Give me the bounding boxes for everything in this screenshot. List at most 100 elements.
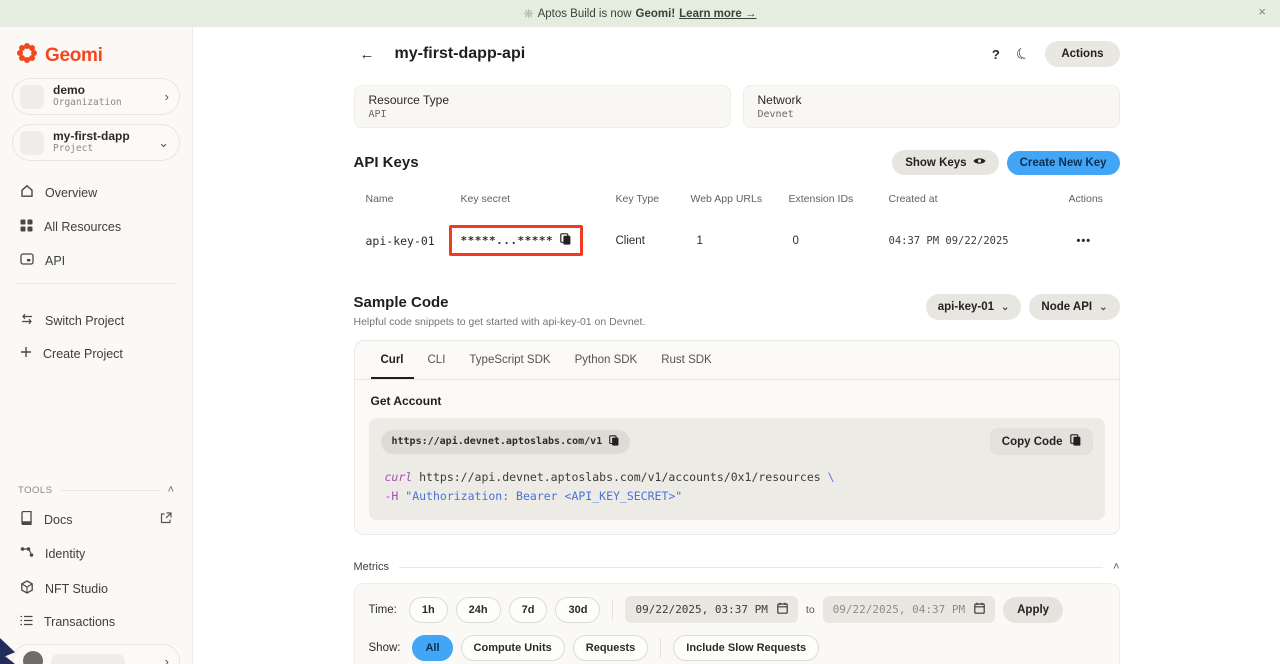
sidebar-item-identity[interactable]: Identity [12,537,180,571]
chevron-up-icon[interactable]: ˄ [1113,561,1119,573]
tab-cli[interactable]: CLI [418,341,456,379]
chevron-down-icon: ⌄ [158,135,169,151]
main-panel: ← my-first-dapp-api ? ☾ Actions Resource… [193,27,1280,664]
tab-rust-sdk[interactable]: Rust SDK [651,341,722,379]
org-avatar [20,85,44,109]
range-30d-button[interactable]: 30d [555,597,600,623]
range-1h-button[interactable]: 1h [409,597,448,623]
sidebar-item-label: Switch Project [45,314,124,328]
sidebar-item-nft-studio[interactable]: NFT Studio [12,571,180,606]
sidebar-item-docs[interactable]: Docs [12,502,180,537]
network-label: Network [758,93,1105,107]
sidebar-item-overview[interactable]: Overview [12,175,180,210]
calendar-icon [974,602,985,617]
chevron-up-icon[interactable]: ˄ [168,484,174,496]
range-24h-button[interactable]: 24h [456,597,501,623]
sidebar-item-label: Create Project [43,347,123,361]
book-icon [20,511,33,528]
sidebar-item-label: NFT Studio [45,582,108,596]
show-all-button[interactable]: All [412,635,452,661]
show-compute-units-button[interactable]: Compute Units [461,635,565,661]
cube-icon [20,580,34,597]
eye-icon [973,156,986,169]
actions-button[interactable]: Actions [1045,41,1119,67]
metrics-filters-card: Time: 1h 24h 7d 30d 09/22/2025, 03:37 PM… [354,583,1120,664]
create-new-key-button[interactable]: Create New Key [1007,151,1120,175]
endpoint-pill[interactable]: https://api.devnet.aptoslabs.com/v1 [381,430,631,454]
code-panel: https://api.devnet.aptoslabs.com/v1 Copy… [369,418,1105,520]
sidebar: Geomi demo Organization › my-first-dapp … [0,27,193,664]
help-icon[interactable]: ? [992,47,1000,62]
announcement-banner: ❋ Aptos Build is now Geomi! Learn more →… [0,0,1280,27]
project-switcher[interactable]: my-first-dapp Project ⌄ [12,124,180,161]
to-datetime-value: 09/22/2025, 04:37 PM [833,603,965,616]
sidebar-item-api[interactable]: API [12,244,180,277]
sidebar-item-label: All Resources [44,220,121,234]
code-url: https://api.devnet.aptoslabs.com/v1/acco… [412,470,827,484]
chevron-down-icon: ⌄ [1099,302,1107,313]
project-avatar [20,131,44,155]
switch-project-button[interactable]: Switch Project [12,304,180,337]
metrics-title: Metrics [354,561,389,573]
tab-python-sdk[interactable]: Python SDK [565,341,648,379]
copy-code-label: Copy Code [1002,436,1063,448]
include-slow-requests-button[interactable]: Include Slow Requests [673,635,819,661]
from-datetime-value: 09/22/2025, 03:37 PM [635,603,767,616]
chevron-right-icon: › [165,89,169,104]
key-name-cell: api-key-01 [366,234,461,248]
tab-typescript-sdk[interactable]: TypeScript SDK [459,341,560,379]
code-snippet: curl https://api.devnet.aptoslabs.com/v1… [381,468,1093,506]
divider [612,600,613,620]
api-select-dropdown[interactable]: Node API ⌄ [1029,294,1119,320]
sidebar-item-transactions[interactable]: Transactions [12,606,180,638]
code-string: "Authorization: Bearer <API_KEY_SECRET>" [398,489,682,503]
account-menu[interactable]: › [12,644,180,664]
sample-code-title: Sample Code [354,294,646,311]
copy-code-button[interactable]: Copy Code [990,428,1093,455]
grid-icon [20,219,33,235]
back-button[interactable]: ← [354,44,381,65]
divider [61,490,160,491]
banner-brand: Geomi! [636,8,676,20]
col-name: Name [366,193,461,205]
col-web-app-urls: Web App URLs [691,193,789,205]
range-7d-button[interactable]: 7d [509,597,548,623]
sidebar-item-label: Docs [44,513,72,527]
copy-icon[interactable] [609,435,619,449]
org-name: demo [53,84,122,97]
divider [399,567,1103,568]
close-icon[interactable]: × [1258,4,1266,19]
web-app-urls-cell: 1 [691,235,789,247]
create-project-button[interactable]: Create Project [12,337,180,370]
resource-type-label: Resource Type [369,93,716,107]
org-switcher[interactable]: demo Organization › [12,78,180,115]
geomi-logo[interactable]: Geomi [12,40,180,69]
to-datetime-input[interactable]: 09/22/2025, 04:37 PM [823,596,995,623]
key-select-dropdown[interactable]: api-key-01 ⌄ [926,294,1022,320]
divider [660,638,661,658]
external-link-icon [160,512,172,527]
chevron-down-icon: ⌄ [1001,302,1009,313]
show-requests-button[interactable]: Requests [573,635,649,661]
key-secret-value: *****...***** [461,234,554,247]
logo-text: Geomi [45,45,103,67]
banner-text: Aptos Build is now [538,8,632,20]
col-actions: Actions [1069,193,1120,205]
calendar-icon [777,602,788,617]
api-select-value: Node API [1041,301,1092,313]
show-keys-label: Show Keys [905,157,966,169]
tab-curl[interactable]: Curl [371,341,414,379]
key-secret-highlighted[interactable]: *****...***** [449,225,584,256]
flower-icon: ❋ [524,7,534,21]
from-datetime-input[interactable]: 09/22/2025, 03:37 PM [625,596,797,623]
learn-more-link[interactable]: Learn more → [679,8,756,20]
code-flag: -H [385,489,399,503]
copy-icon[interactable] [560,233,571,248]
sidebar-item-all-resources[interactable]: All Resources [12,210,180,244]
row-actions-menu[interactable]: ••• [1069,235,1120,247]
show-keys-button[interactable]: Show Keys [892,150,998,175]
dark-mode-icon[interactable]: ☾ [1013,43,1033,65]
apply-button[interactable]: Apply [1003,597,1063,623]
chevron-right-icon: › [165,654,169,664]
api-keys-title: API Keys [354,154,419,171]
